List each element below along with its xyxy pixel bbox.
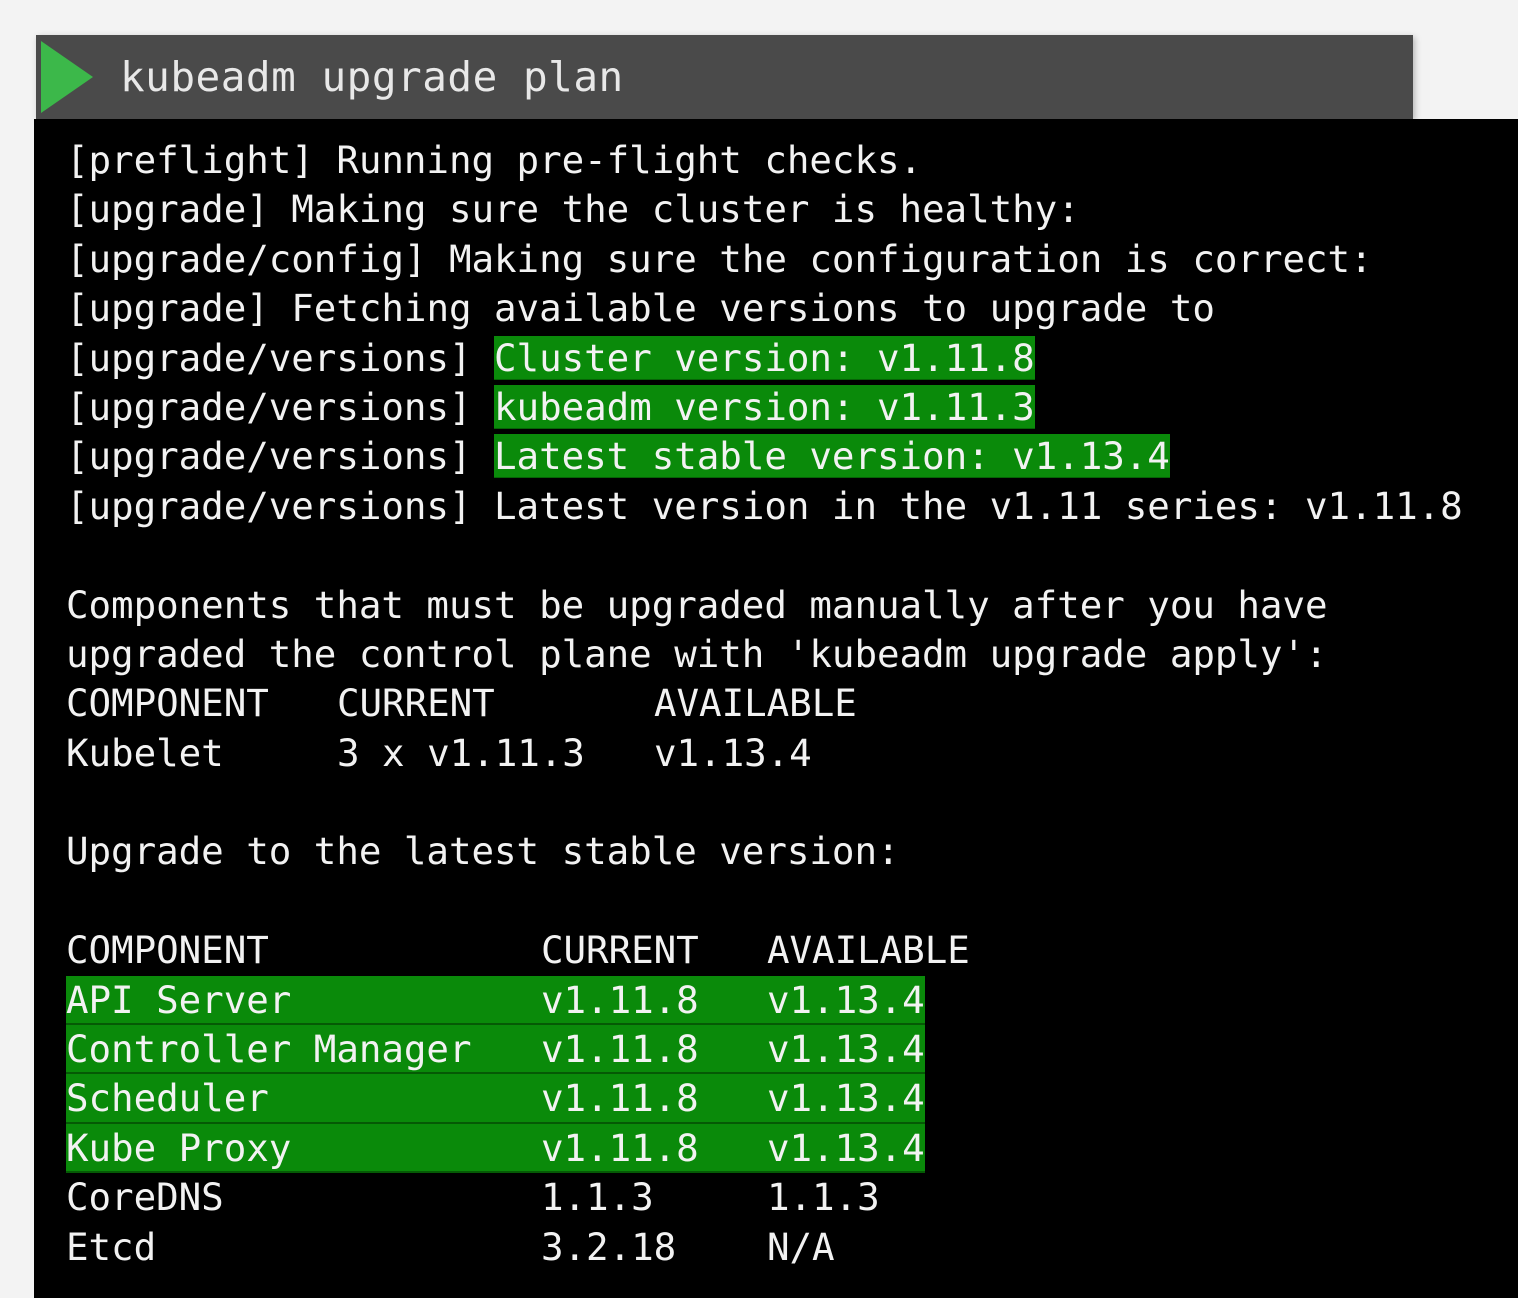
row-highlight: API Server v1.11.8 v1.13.4: [66, 975, 925, 1026]
log-line: [upgrade] Making sure the cluster is hea…: [66, 185, 1463, 234]
upgrade-table-row: Etcd 3.2.18 N/A: [66, 1223, 1463, 1272]
cell-available: v1.13.4: [767, 1027, 925, 1072]
cell-current: 3 x v1.11.3: [337, 730, 585, 775]
cell-current: v1.11.8: [541, 977, 699, 1022]
log-line: [upgrade/config] Making sure the configu…: [66, 235, 1463, 284]
cell-component: Scheduler: [66, 1076, 269, 1121]
manual-table-header: COMPONENT CURRENT AVAILABLE: [66, 679, 1463, 728]
log-prefix: [upgrade/versions]: [66, 335, 472, 380]
log-message: Running pre-flight checks.: [336, 138, 923, 182]
terminal-lines: [preflight] Running pre-flight checks. […: [66, 136, 1463, 1272]
cell-component: CoreDNS: [66, 1175, 224, 1220]
cell-current: 3.2.18: [541, 1224, 677, 1269]
header-component: COMPONENT: [66, 928, 269, 973]
cell-current: 1.1.3: [541, 1175, 654, 1220]
cell-available: v1.13.4: [767, 977, 925, 1022]
cell-available: v1.13.4: [767, 1076, 925, 1121]
log-line: [upgrade/versions] Latest version in the…: [66, 482, 1463, 531]
log-prefix: [preflight]: [66, 138, 314, 182]
header-available: AVAILABLE: [654, 681, 857, 726]
cell-component: Kube Proxy: [66, 1125, 292, 1170]
log-prefix: [upgrade/versions]: [66, 483, 472, 528]
play-triangle-icon: [41, 41, 93, 113]
cell-current: v1.11.8: [541, 1027, 699, 1072]
log-prefix: [upgrade/config]: [66, 236, 427, 281]
log-line: [preflight] Running pre-flight checks.: [66, 136, 1463, 185]
manual-table-row: Kubelet 3 x v1.11.3 v1.13.4: [66, 729, 1463, 778]
log-line-highlighted: [upgrade/versions] Latest stable version…: [66, 432, 1463, 481]
cell-available: N/A: [767, 1224, 835, 1269]
log-prefix: [upgrade/versions]: [66, 384, 472, 429]
log-message: Latest version in the v1.11 series: v1.1…: [494, 483, 1463, 528]
log-message: Fetching available versions to upgrade t…: [291, 286, 1215, 331]
log-prefix: [upgrade/versions]: [66, 434, 472, 479]
command-text: kubeadm upgrade plan: [120, 53, 624, 101]
row-highlight: Kube Proxy v1.11.8 v1.13.4: [66, 1123, 925, 1174]
header-available: AVAILABLE: [767, 928, 970, 973]
upgrade-table-row-highlighted: Controller Manager v1.11.8 v1.13.4: [66, 1025, 1463, 1075]
upgrade-table-row-highlighted: Scheduler v1.11.8 v1.13.4: [66, 1074, 1463, 1124]
row-highlight: Scheduler v1.11.8 v1.13.4: [66, 1074, 925, 1124]
log-message-highlighted: Latest stable version: v1.13.4: [494, 434, 1170, 479]
log-line: [upgrade] Fetching available versions to…: [66, 284, 1463, 333]
terminal-output: [preflight] Running pre-flight checks. […: [34, 119, 1518, 1298]
cell-component: Controller Manager: [66, 1027, 472, 1072]
cell-current: v1.11.8: [541, 1076, 699, 1121]
cell-component: API Server: [66, 977, 292, 1022]
cell-available: v1.13.4: [767, 1125, 925, 1170]
upgrade-table-row: CoreDNS 1.1.3 1.1.3: [66, 1173, 1463, 1222]
cell-current: v1.11.8: [541, 1125, 699, 1170]
cell-available: v1.13.4: [654, 730, 812, 775]
log-message: Making sure the cluster is healthy:: [291, 187, 1080, 232]
log-line-highlighted: [upgrade/versions] kubeadm version: v1.1…: [66, 383, 1463, 432]
cell-component: Kubelet: [66, 730, 224, 775]
cell-component: Etcd: [66, 1224, 157, 1269]
row-highlight: Controller Manager v1.11.8 v1.13.4: [66, 1025, 925, 1075]
manual-intro-line: upgraded the control plane with 'kubeadm…: [66, 631, 1328, 676]
upgrade-table-row-highlighted: API Server v1.11.8 v1.13.4: [66, 975, 1463, 1026]
log-prefix: [upgrade]: [66, 286, 269, 331]
log-message: Making sure the configuration is correct…: [448, 236, 1373, 281]
log-line-highlighted: [upgrade/versions] Cluster version: v1.1…: [66, 334, 1463, 383]
upgrade-title: Upgrade to the latest stable version:: [66, 829, 900, 874]
upgrade-table-header: COMPONENT CURRENT AVAILABLE: [66, 926, 1463, 975]
header-component: COMPONENT: [66, 681, 269, 726]
cell-available: 1.1.3: [767, 1175, 880, 1220]
header-current: CURRENT: [541, 928, 699, 973]
upgrade-table-row-highlighted: Kube Proxy v1.11.8 v1.13.4: [66, 1123, 1463, 1174]
manual-intro-line: Components that must be upgraded manuall…: [66, 582, 1328, 627]
header-current: CURRENT: [337, 681, 495, 726]
log-message-highlighted: Cluster version: v1.11.8: [494, 335, 1035, 380]
command-header: kubeadm upgrade plan: [36, 35, 1413, 119]
log-message-highlighted: kubeadm version: v1.11.3: [494, 384, 1035, 429]
log-prefix: [upgrade]: [66, 187, 269, 232]
